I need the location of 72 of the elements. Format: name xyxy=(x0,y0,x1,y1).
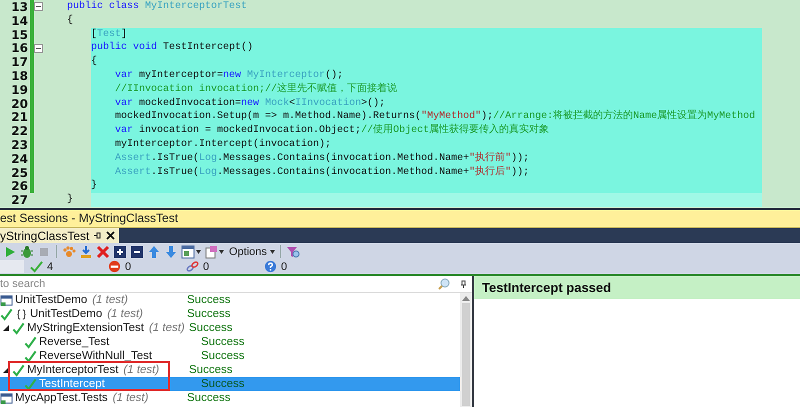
scrollbar[interactable] xyxy=(460,293,472,407)
check-icon xyxy=(12,364,25,376)
broken-link-icon xyxy=(186,260,199,273)
test-name: ReverseWithNull_Test xyxy=(39,350,152,362)
page-icon[interactable] xyxy=(204,244,218,258)
caret-icon[interactable] xyxy=(196,250,201,254)
test-count: (1 test) xyxy=(112,392,148,404)
check-icon xyxy=(24,350,37,362)
download-icon[interactable] xyxy=(79,244,93,258)
panel-title: est Sessions - MyStringClassTest xyxy=(0,210,800,228)
test-status: Success xyxy=(187,392,230,404)
result-count: 0 xyxy=(125,260,132,272)
test-status: Success xyxy=(201,350,244,362)
test-name: MycAppTest.Tests xyxy=(15,392,108,404)
pin-icon[interactable] xyxy=(459,280,468,288)
help-icon xyxy=(264,260,277,273)
check-icon xyxy=(0,308,13,320)
filter-field[interactable] xyxy=(0,260,24,273)
filter-icon[interactable] xyxy=(286,244,300,258)
minus-circle-icon xyxy=(108,260,121,273)
expander-icon[interactable] xyxy=(2,324,10,332)
caret-icon[interactable] xyxy=(270,250,275,254)
tree-row[interactable]: Reverse_Test Success xyxy=(0,335,460,349)
tree-row[interactable]: MyInterceptorTest (1 test) Success xyxy=(0,363,460,377)
check-icon xyxy=(12,322,25,334)
test-name: UnitTestDemo xyxy=(30,308,102,320)
scroll-up-icon[interactable] xyxy=(462,296,470,301)
test-status: Success xyxy=(187,294,230,306)
test-count: (1 test) xyxy=(123,364,160,376)
tree-row[interactable]: UnitTestDemo (1 test) Success xyxy=(0,293,460,307)
collapse-icon[interactable] xyxy=(34,44,43,53)
test-name: MyInterceptorTest xyxy=(27,364,118,376)
code-line: public class MyInterceptorTest xyxy=(66,0,248,14)
test-count: (1 test) xyxy=(148,322,185,334)
test-count: (1 test) xyxy=(107,308,144,320)
close-icon[interactable] xyxy=(106,231,116,240)
test-name: Reverse_Test xyxy=(39,336,110,348)
plus-box-icon[interactable] xyxy=(113,244,127,258)
test-count: (1 test) xyxy=(92,294,128,306)
test-status: Success xyxy=(201,336,244,348)
result-header: TestIntercept passed xyxy=(474,276,800,299)
test-status: Success xyxy=(189,322,232,334)
window-icon[interactable] xyxy=(181,244,195,258)
pin-icon[interactable] xyxy=(93,231,102,240)
collapse-icon[interactable] xyxy=(34,2,43,12)
tree-row[interactable]: ReverseWithNull_Test Success xyxy=(0,349,460,363)
minus-box-icon[interactable] xyxy=(130,244,144,258)
tree-row[interactable]: UnitTestDemo (1 test) Success xyxy=(0,307,460,321)
search-field[interactable]: to search xyxy=(0,278,437,290)
tree-row[interactable]: MycAppTest.Tests (1 test) Success xyxy=(0,391,460,405)
tree-row[interactable]: MyStringExtensionTest (1 test) Success xyxy=(0,321,460,335)
session-tab[interactable]: yStringClassTest xyxy=(0,228,120,243)
braces-icon xyxy=(17,308,26,320)
bug-icon[interactable] xyxy=(20,244,34,258)
result-count: 0 xyxy=(281,260,288,272)
test-name: MyStringExtensionTest xyxy=(27,322,144,334)
check-icon xyxy=(24,336,37,348)
down-arrow-icon[interactable] xyxy=(164,244,178,258)
check-icon xyxy=(30,260,43,273)
test-status: Success xyxy=(189,364,232,376)
options-menu[interactable]: Options xyxy=(227,246,269,258)
test-name: TestIntercept xyxy=(39,378,105,390)
search-icon[interactable] xyxy=(437,277,451,291)
expander-icon[interactable] xyxy=(2,366,10,374)
caret-icon[interactable] xyxy=(219,250,224,254)
test-status: Success xyxy=(187,308,230,320)
check-icon xyxy=(24,378,37,390)
test-status: Success xyxy=(201,378,244,390)
code-line: { xyxy=(66,14,74,28)
test-name: UnitTestDemo xyxy=(15,294,88,306)
result-count: 0 xyxy=(203,260,210,272)
result-count: 4 xyxy=(47,260,54,272)
